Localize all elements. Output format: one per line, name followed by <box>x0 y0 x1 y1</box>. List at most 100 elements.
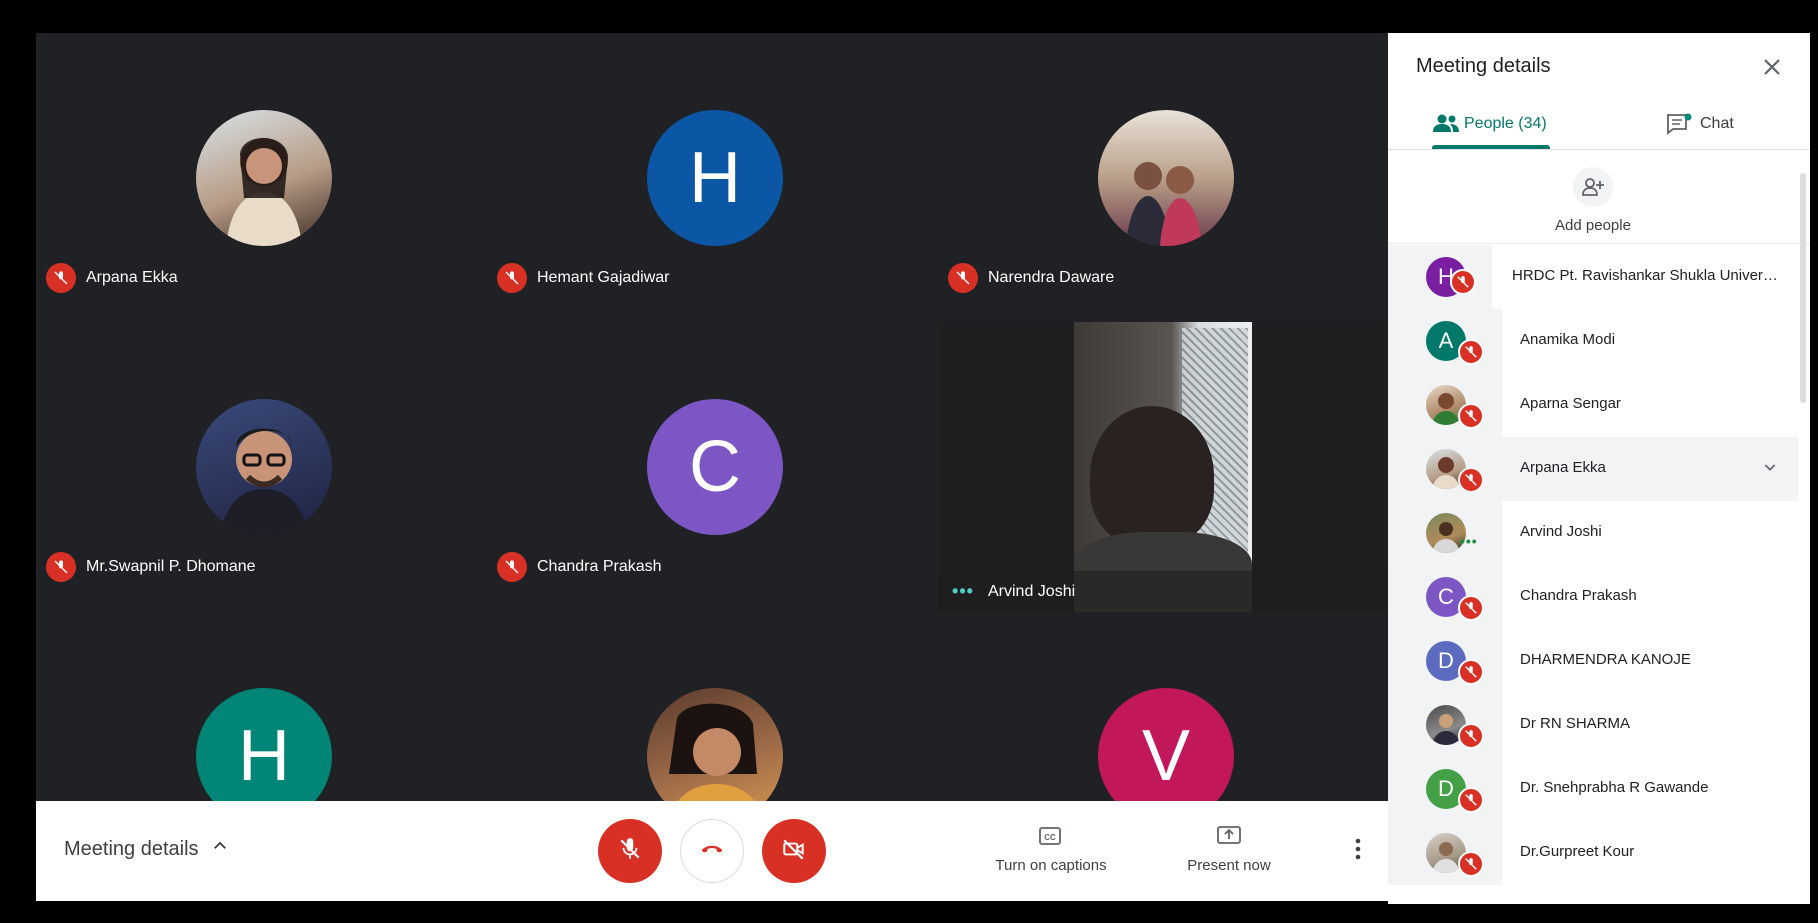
participant-tile[interactable]: C Chandra Prakash <box>487 322 937 612</box>
svg-text:CC: CC <box>1044 833 1056 842</box>
present-label: Present now <box>1187 857 1271 874</box>
participant-row[interactable]: C Chandra Prakash <box>1388 565 1798 629</box>
meet-window: Arpana Ekka H Hemant Gajadiwar Narendra … <box>10 6 1810 904</box>
participant-row[interactable]: Dr.Gurpreet Kour <box>1388 821 1798 885</box>
speaking-indicator-icon: ••• <box>1460 533 1478 549</box>
participant-row[interactable]: A Anamika Modi <box>1388 309 1798 373</box>
video-feed <box>1074 322 1252 612</box>
avatar: H <box>647 110 783 246</box>
more-options-button[interactable] <box>1346 833 1370 869</box>
participant-name: Chandra Prakash <box>537 558 662 575</box>
captions-label: Turn on captions <box>995 857 1107 874</box>
tab-chat[interactable]: Chat <box>1666 101 1776 149</box>
avatar: C <box>647 399 783 535</box>
control-bar: Meeting details CC Turn on captions Pres… <box>36 801 1388 901</box>
chevron-up-icon <box>211 837 229 861</box>
participant-name: DHARMENDRA KANOJE <box>1520 651 1691 668</box>
mic-off-icon <box>1458 787 1484 813</box>
participant-name: Chandra Prakash <box>1520 587 1637 604</box>
chat-icon <box>1666 113 1692 140</box>
add-person-icon <box>1573 167 1613 207</box>
mic-off-icon <box>1450 269 1476 295</box>
expand-participant-button[interactable] <box>1758 457 1782 481</box>
tab-chat-label: Chat <box>1700 115 1734 132</box>
add-people-divider <box>1388 243 1810 244</box>
participant-name: Anamika Modi <box>1520 331 1616 348</box>
mic-off-icon <box>1458 339 1484 365</box>
participant-tile-video[interactable]: ••• Arvind Joshi <box>938 322 1388 612</box>
avatar <box>647 688 783 801</box>
meeting-details-panel: Meeting details People (34) Chat Add peo… <box>1388 33 1810 904</box>
microphone-toggle-button[interactable] <box>598 819 662 883</box>
close-panel-button[interactable] <box>1758 55 1786 83</box>
mic-off-icon <box>617 836 643 867</box>
participant-name: Mr.Swapnil P. Dhomane <box>86 558 256 575</box>
participant-name: Aparna Sengar <box>1520 395 1621 412</box>
meeting-details-label: Meeting details <box>64 837 199 860</box>
participant-tile[interactable] <box>487 611 937 801</box>
mic-off-icon <box>1458 723 1484 749</box>
participant-list: H HRDC Pt. Ravishankar Shukla Universi..… <box>1388 245 1798 904</box>
participant-tile[interactable]: H <box>36 611 486 801</box>
participant-row[interactable]: H HRDC Pt. Ravishankar Shukla Universi..… <box>1388 245 1798 309</box>
participant-name: Arvind Joshi <box>1520 523 1602 540</box>
participant-name: Dr. Snehprabha R Gawande <box>1520 779 1709 796</box>
more-vertical-icon <box>1355 838 1361 865</box>
participant-row[interactable]: D DHARMENDRA KANOJE <box>1388 629 1798 693</box>
chevron-down-icon <box>1762 459 1778 480</box>
mic-off-icon <box>1458 467 1484 493</box>
leave-call-button[interactable] <box>680 819 744 883</box>
panel-title: Meeting details <box>1416 55 1551 77</box>
camera-toggle-button[interactable] <box>762 819 826 883</box>
tab-people[interactable]: People (34) <box>1432 101 1552 149</box>
participant-tile[interactable]: Mr.Swapnil P. Dhomane <box>36 322 486 612</box>
mic-off-icon <box>46 552 76 582</box>
hang-up-icon <box>698 835 726 868</box>
avatar: V <box>1098 688 1234 801</box>
tabs-divider <box>1388 149 1810 150</box>
mic-off-icon <box>948 263 978 293</box>
participant-name: HRDC Pt. Ravishankar Shukla Universi... <box>1512 267 1780 284</box>
mic-off-icon <box>46 263 76 293</box>
avatar <box>196 110 332 246</box>
mic-off-icon <box>1458 851 1484 877</box>
participant-row-hovered[interactable]: Arpana Ekka <box>1388 437 1798 501</box>
closed-captions-icon: CC <box>1038 825 1062 852</box>
mic-off-icon <box>1458 659 1484 685</box>
participant-row[interactable]: Dr RN SHARMA <box>1388 693 1798 757</box>
participant-tile[interactable]: H Hemant Gajadiwar <box>487 33 937 323</box>
add-people-button[interactable]: Add people <box>1538 167 1648 243</box>
participant-tile[interactable]: V <box>938 611 1388 801</box>
tab-people-label: People (34) <box>1464 115 1547 132</box>
avatar: H <box>196 688 332 801</box>
participant-name: Arpana Ekka <box>86 269 178 286</box>
present-now-button[interactable]: Present now <box>1174 821 1284 881</box>
participant-tile[interactable]: Narendra Daware <box>938 33 1388 323</box>
add-people-label: Add people <box>1555 217 1631 234</box>
close-icon <box>1762 57 1782 82</box>
participant-name: Narendra Daware <box>988 269 1115 286</box>
mic-off-icon <box>1458 403 1484 429</box>
avatar <box>1098 110 1234 246</box>
present-screen-icon <box>1216 825 1242 852</box>
captions-button[interactable]: CC Turn on captions <box>986 821 1116 881</box>
mic-off-icon <box>497 552 527 582</box>
participant-name: Hemant Gajadiwar <box>537 269 670 286</box>
participant-name: Arpana Ekka <box>1520 459 1606 476</box>
speaking-indicator-icon: ••• <box>952 581 974 601</box>
people-icon <box>1432 113 1460 138</box>
participant-row[interactable]: D Dr. Snehprabha R Gawande <box>1388 757 1798 821</box>
camera-off-icon <box>781 836 807 867</box>
participant-tile[interactable]: Arpana Ekka <box>36 33 486 323</box>
participant-list-scrollbar[interactable] <box>1800 173 1806 403</box>
participant-row[interactable]: Aparna Sengar <box>1388 373 1798 437</box>
participant-name: Dr RN SHARMA <box>1520 715 1631 732</box>
mic-off-icon <box>497 263 527 293</box>
participant-name: Arvind Joshi <box>988 582 1076 600</box>
mic-off-icon <box>1458 595 1484 621</box>
avatar <box>196 399 332 535</box>
video-grid: Arpana Ekka H Hemant Gajadiwar Narendra … <box>36 33 1388 801</box>
meeting-details-button[interactable]: Meeting details <box>64 837 229 861</box>
participant-name: Dr.Gurpreet Kour <box>1520 843 1635 860</box>
participant-row[interactable]: ••• Arvind Joshi <box>1388 501 1798 565</box>
